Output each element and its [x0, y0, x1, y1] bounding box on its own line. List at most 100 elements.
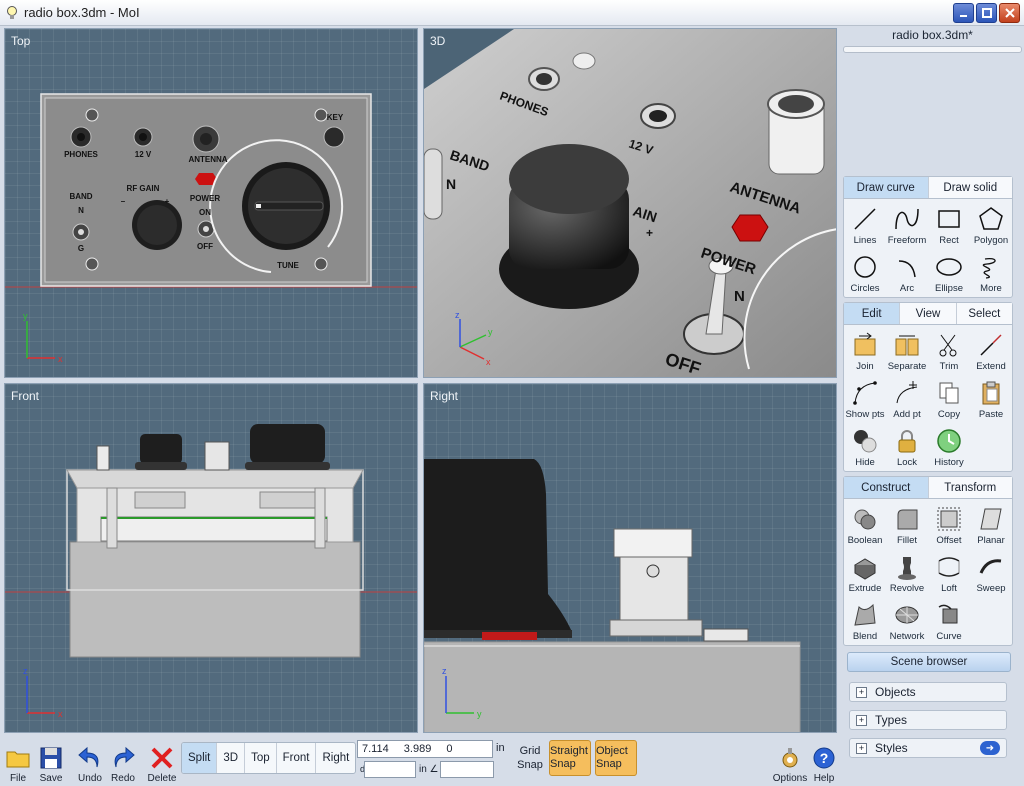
tab-draw-solid[interactable]: Draw solid: [928, 177, 1012, 198]
loft-tool[interactable]: Loft: [928, 550, 970, 596]
expand-icon[interactable]: +: [856, 714, 867, 726]
axis-x-label: x: [58, 354, 63, 364]
tab-3d[interactable]: 3D: [217, 743, 246, 773]
tab-transform[interactable]: Transform: [928, 477, 1012, 498]
expand-icon[interactable]: +: [856, 742, 867, 754]
minimize-button[interactable]: [953, 3, 974, 23]
label-key: KEY: [327, 113, 344, 122]
planar-tool[interactable]: Planar: [970, 502, 1012, 548]
fillet-tool[interactable]: Fillet: [886, 502, 928, 548]
expand-icon[interactable]: +: [856, 686, 867, 698]
blend-tool[interactable]: Blend: [844, 598, 886, 644]
tab-draw-curve[interactable]: Draw curve: [844, 177, 929, 198]
rect-tool[interactable]: Rect: [928, 202, 970, 248]
viewport-label[interactable]: Right: [430, 389, 458, 403]
viewport-label[interactable]: 3D: [430, 34, 445, 48]
ellipse-tool[interactable]: Ellipse: [928, 250, 970, 296]
lines-tool[interactable]: Lines: [844, 202, 886, 248]
undo-icon: [78, 746, 99, 768]
label-band: BAND: [69, 192, 92, 201]
redo-button[interactable]: Redo: [105, 738, 141, 784]
options-button[interactable]: Options: [770, 738, 810, 784]
undo-button[interactable]: Undo: [72, 738, 108, 784]
paste-icon: [982, 381, 1000, 405]
freeform-tool[interactable]: Freeform: [886, 202, 928, 248]
extend-tool[interactable]: Extend: [970, 328, 1012, 374]
arc-tool[interactable]: Arc: [886, 250, 928, 296]
label-12v: 12 V: [135, 150, 152, 159]
bottom-toolbar: File Save Undo Redo Delete Split 3D Top …: [0, 736, 841, 786]
scene-browser-header[interactable]: Scene browser: [847, 652, 1011, 672]
grid-snap-toggle[interactable]: Grid Snap: [514, 744, 546, 772]
top-view-scene: PHONES 12 V ANTENNA KEY BAND N G RF GAIN…: [5, 93, 417, 364]
show-pts-tool[interactable]: Show pts: [844, 376, 886, 422]
boolean-tool[interactable]: Boolean: [844, 502, 886, 548]
tab-select[interactable]: Select: [956, 303, 1012, 324]
save-button[interactable]: Save: [33, 738, 69, 784]
tab-split[interactable]: Split: [182, 743, 218, 773]
extrude-icon: [854, 558, 876, 580]
copy-tool[interactable]: Copy: [928, 376, 970, 422]
network-icon: [895, 606, 919, 624]
tab-view[interactable]: View: [900, 303, 957, 324]
revolve-tool[interactable]: Revolve: [886, 550, 928, 596]
scene-objects-item[interactable]: + Objects: [849, 682, 1007, 702]
network-tool[interactable]: Network: [886, 598, 928, 644]
floppy-icon: [40, 747, 62, 769]
join-tool[interactable]: Join: [844, 328, 886, 374]
tab-edit[interactable]: Edit: [844, 303, 901, 324]
axis-y-label: y: [477, 709, 482, 719]
coordinate-input[interactable]: 7.114 3.989 0: [357, 740, 493, 758]
lock-tool[interactable]: Lock: [886, 424, 928, 470]
file-button[interactable]: File: [0, 738, 36, 784]
right-view-scene: y z: [424, 459, 801, 732]
polygon-tool[interactable]: Polygon: [970, 202, 1012, 248]
more-tool[interactable]: More: [970, 250, 1012, 296]
scene-types-item[interactable]: + Types: [849, 710, 1007, 730]
label-on: N: [734, 288, 745, 305]
side-panel: radio box.3dm* Draw curve Draw solid Lin…: [841, 26, 1024, 786]
offset-tool[interactable]: Offset: [928, 502, 970, 548]
progress-bar: [843, 46, 1022, 53]
delete-button[interactable]: Delete: [144, 738, 180, 784]
tab-right[interactable]: Right: [316, 743, 355, 773]
circles-tool[interactable]: Circles: [844, 250, 886, 296]
paste-tool[interactable]: Paste: [970, 376, 1012, 422]
distance-input[interactable]: [364, 761, 416, 778]
sweep-tool[interactable]: Sweep: [970, 550, 1012, 596]
curve-tool[interactable]: Curve: [928, 598, 970, 644]
tab-construct[interactable]: Construct: [844, 477, 929, 498]
object-snap-toggle[interactable]: Object Snap: [595, 740, 637, 776]
viewport-front[interactable]: Front x z: [4, 383, 418, 733]
folder-icon: [6, 751, 30, 768]
label-rf-gain: RF GAIN: [127, 184, 160, 193]
arrow-right-icon[interactable]: ➜: [980, 741, 1000, 755]
viewport-top[interactable]: Top PHONES 12 V ANTENNA KEY BAND N G RF …: [4, 28, 418, 378]
angle-input[interactable]: [440, 761, 494, 778]
show-points-icon: [853, 381, 877, 405]
viewport-3d[interactable]: 3D PHONES 12 V BAND N AIN + ANTENNA POWE…: [423, 28, 837, 378]
revolve-icon: [898, 557, 916, 580]
tab-front[interactable]: Front: [277, 743, 317, 773]
help-button[interactable]: ? Help: [806, 738, 842, 784]
close-button[interactable]: [999, 3, 1020, 23]
scene-styles-item[interactable]: + Styles ➜: [849, 738, 1007, 758]
perspective-view-scene: PHONES 12 V BAND N AIN + ANTENNA POWER N…: [424, 29, 836, 377]
add-pt-tool[interactable]: Add pt: [886, 376, 928, 422]
viewport-label[interactable]: Front: [11, 389, 39, 403]
viewport-label[interactable]: Top: [11, 34, 30, 48]
extend-icon: [980, 334, 1002, 356]
coordinate-unit: in: [496, 742, 505, 754]
tab-top[interactable]: Top: [245, 743, 277, 773]
blend-icon: [854, 603, 876, 626]
history-tool[interactable]: History: [928, 424, 970, 470]
maximize-button[interactable]: [976, 3, 997, 23]
straight-snap-toggle[interactable]: Straight Snap: [549, 740, 591, 776]
hide-tool[interactable]: Hide: [844, 424, 886, 470]
trim-tool[interactable]: Trim: [928, 328, 970, 374]
separate-tool[interactable]: Separate: [886, 328, 928, 374]
axis-y-label: y: [488, 327, 493, 337]
extrude-tool[interactable]: Extrude: [844, 550, 886, 596]
viewport-right[interactable]: Right y z: [423, 383, 837, 733]
lightbulb-icon: [4, 4, 20, 22]
